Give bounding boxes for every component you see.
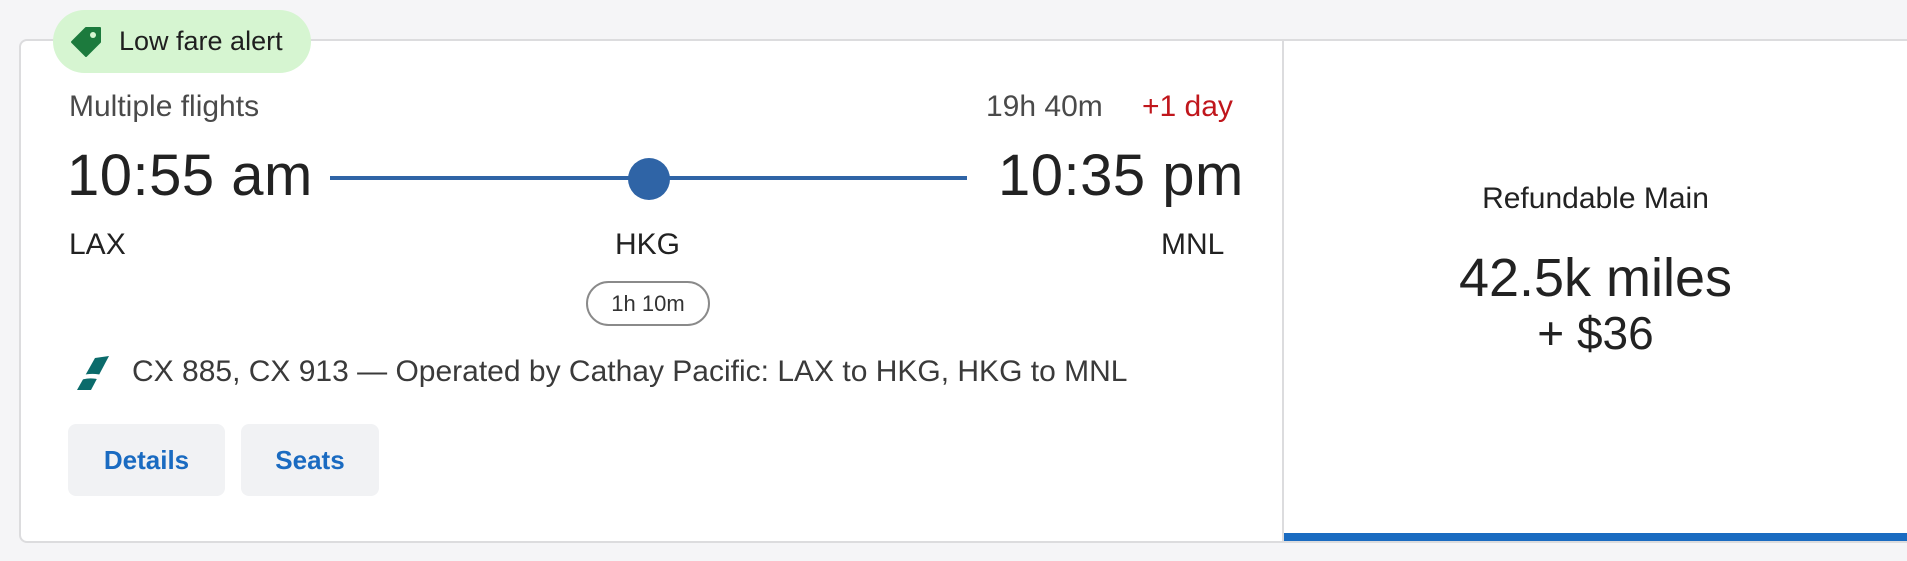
itinerary-type-label: Multiple flights — [69, 90, 260, 123]
low-fare-alert-badge: Low fare alert — [53, 10, 311, 73]
low-fare-alert-label: Low fare alert — [119, 26, 283, 56]
arrival-time: 10:35 pm — [998, 143, 1244, 208]
stop-airport: HKG — [615, 228, 681, 261]
layover-duration-pill: 1h 10m — [586, 281, 710, 326]
fare-option-refundable-main[interactable]: Refundable Main 42.5k miles + $36 — [1284, 41, 1907, 541]
seats-button[interactable]: Seats — [241, 424, 379, 496]
departure-time: 10:55 am — [67, 143, 313, 208]
details-button[interactable]: Details — [68, 424, 225, 496]
destination-airport: MNL — [1161, 228, 1225, 261]
cathay-pacific-logo-icon — [71, 352, 113, 394]
fare-miles-price: 42.5k miles — [1458, 248, 1733, 308]
flight-operator-info: CX 885, CX 913 — Operated by Cathay Paci… — [132, 355, 1128, 388]
fare-selected-indicator — [1284, 533, 1907, 541]
origin-airport: LAX — [69, 228, 126, 261]
day-offset-indicator: +1 day — [1142, 90, 1233, 123]
fare-class-name: Refundable Main — [1482, 182, 1709, 215]
price-tag-icon — [67, 23, 105, 61]
total-duration: 19h 40m — [986, 90, 1103, 123]
layover-stop-marker — [628, 158, 670, 200]
fare-cash-price: + $36 — [1537, 307, 1654, 359]
